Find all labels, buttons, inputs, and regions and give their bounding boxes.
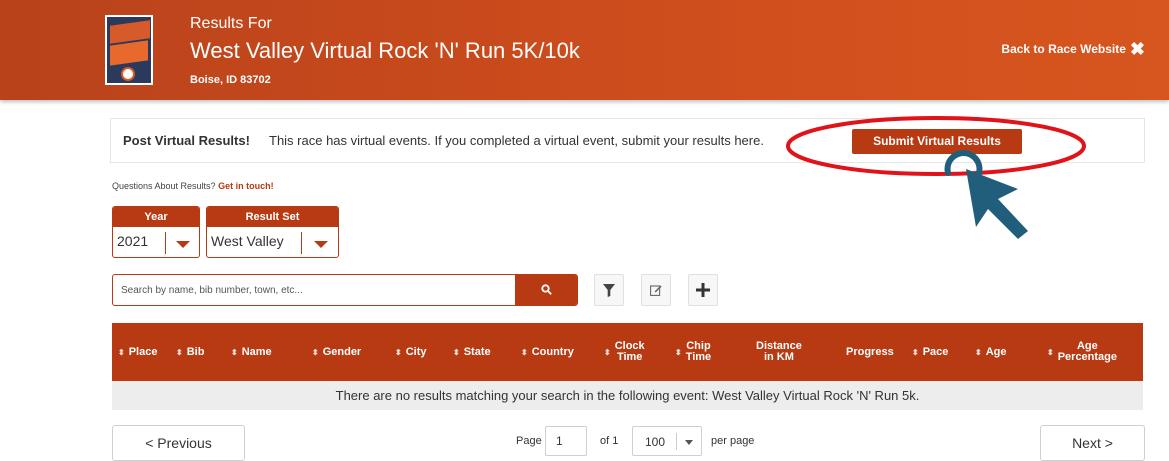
column-label: Gender: [322, 345, 362, 358]
column-age[interactable]: ⬍ Age: [975, 323, 1006, 381]
add-button[interactable]: [688, 274, 718, 306]
column-city[interactable]: ⬍ City: [395, 323, 426, 381]
result-set-select-value: West Valley: [211, 233, 284, 249]
per-page-select[interactable]: 100: [632, 426, 702, 456]
year-select-title: Year: [113, 207, 199, 227]
race-title: West Valley Virtual Rock 'N' Run 5K/10k: [190, 38, 580, 63]
filter-icon: [603, 283, 615, 297]
sort-icon: ⬍: [675, 347, 682, 357]
race-location: Boise, ID 83702: [190, 74, 271, 86]
page-number-input[interactable]: 1: [545, 426, 587, 456]
year-select-value: 2021: [117, 233, 149, 249]
column-distance: Distance in KM: [756, 323, 802, 381]
edit-button[interactable]: [641, 274, 671, 306]
column-label: Bib: [186, 345, 205, 358]
per-page-value: 100: [645, 435, 666, 449]
sort-icon: ⬍: [912, 347, 919, 357]
sort-icon: ⬍: [395, 347, 402, 357]
column-label: City: [405, 345, 427, 358]
results-for-label: Results For: [190, 15, 272, 32]
page-label: Page: [516, 435, 542, 447]
column-country[interactable]: ⬍ Country: [521, 323, 574, 381]
notice-text: This race has virtual events. If you com…: [269, 133, 764, 148]
get-in-touch-link[interactable]: Get in touch!: [218, 181, 274, 191]
back-to-race-website-link[interactable]: Back to Race Website ✖: [1001, 39, 1145, 59]
column-label: Age: [985, 345, 1007, 358]
sort-icon: ⬍: [312, 347, 319, 357]
close-icon: ✖: [1129, 39, 1145, 59]
chevron-down-icon: [176, 241, 190, 248]
column-bib[interactable]: ⬍ Bib: [176, 323, 204, 381]
sort-icon: ⬍: [1047, 347, 1054, 357]
result-set-select[interactable]: Result Set West Valley: [206, 206, 339, 258]
column-label: Place: [128, 345, 158, 358]
filter-button[interactable]: [594, 274, 624, 306]
sort-icon: ⬍: [176, 347, 183, 357]
edit-icon: [650, 285, 662, 296]
notice-heading: Post Virtual Results!: [123, 133, 250, 148]
column-label: Progress: [846, 345, 894, 358]
sort-icon: ⬍: [231, 347, 238, 357]
result-set-select-title: Result Set: [207, 207, 338, 227]
column-name[interactable]: ⬍ Name: [231, 323, 272, 381]
year-select[interactable]: Year 2021: [112, 206, 200, 258]
search-input[interactable]: [113, 275, 518, 305]
column-chip-time[interactable]: ⬍ Chip Time: [675, 323, 711, 381]
column-state[interactable]: ⬍ State: [453, 323, 491, 381]
page-count-label: of 1: [600, 435, 619, 447]
submit-virtual-results-button[interactable]: Submit Virtual Results: [852, 129, 1022, 154]
sort-icon: ⬍: [975, 347, 982, 357]
back-link-label: Back to Race Website: [1001, 42, 1126, 56]
column-progress: Progress: [846, 323, 894, 381]
chevron-down-icon: [314, 241, 328, 248]
column-label: Pace: [922, 345, 949, 358]
questions-line: Questions About Results? Get in touch!: [112, 181, 274, 191]
column-place[interactable]: ⬍ Place: [118, 323, 157, 381]
column-label: Time: [685, 351, 712, 363]
sort-icon: ⬍: [604, 347, 611, 357]
search-icon: [541, 284, 552, 295]
column-label: Percentage: [1057, 351, 1118, 363]
column-label: Country: [531, 345, 574, 358]
results-table-header: ⬍ Place ⬍ Bib ⬍ Name ⬍ Gender ⬍ City ⬍ State ⬍…: [112, 323, 1143, 381]
sort-icon: ⬍: [521, 347, 528, 357]
per-page-label: per page: [711, 435, 755, 447]
column-gender[interactable]: ⬍ Gender: [312, 323, 361, 381]
column-pace[interactable]: ⬍ Pace: [912, 323, 948, 381]
sort-icon: ⬍: [118, 347, 125, 357]
column-label: in KM: [763, 351, 794, 363]
search-button[interactable]: [515, 275, 577, 305]
sort-icon: ⬍: [453, 347, 460, 357]
race-header: Results For West Valley Virtual Rock 'N'…: [0, 0, 1169, 100]
empty-results-message: There are no results matching your searc…: [112, 381, 1143, 410]
race-logo: [105, 15, 153, 85]
column-clock-time[interactable]: ⬍ Clock Time: [604, 323, 645, 381]
chevron-down-icon: [685, 440, 693, 445]
search-box: [112, 274, 578, 306]
column-label: State: [463, 345, 491, 358]
column-age-percentage[interactable]: ⬍ Age Percentage: [1047, 323, 1117, 381]
virtual-results-notice: Post Virtual Results! This race has virt…: [110, 118, 1145, 163]
plus-icon: [696, 283, 710, 297]
column-label: Time: [616, 351, 643, 363]
questions-text: Questions About Results?: [112, 181, 216, 191]
column-label: Name: [241, 345, 272, 358]
